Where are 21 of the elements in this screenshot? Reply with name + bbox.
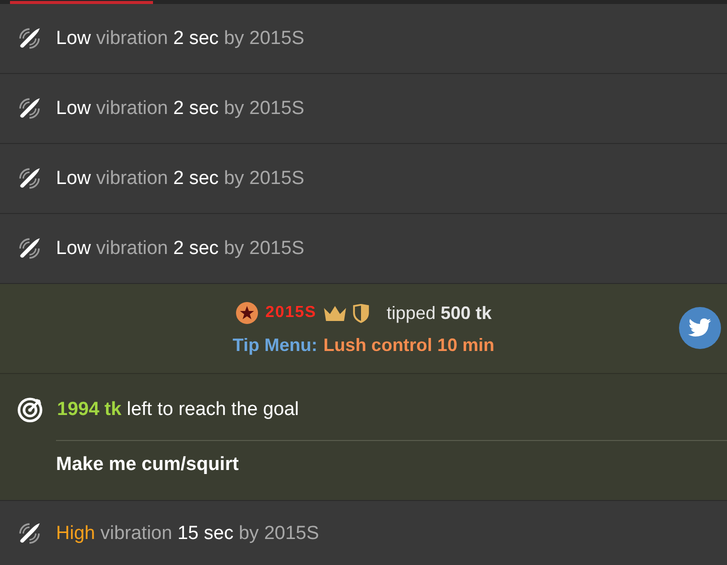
star-badge-icon bbox=[235, 301, 260, 325]
vibration-message: Low vibration 2 sec by 2015S bbox=[56, 238, 304, 260]
goal-progress-text: 1994 tk left to reach the goal bbox=[57, 399, 299, 421]
shield-icon bbox=[352, 304, 369, 322]
target-icon bbox=[17, 397, 43, 423]
username-link[interactable]: 2015S bbox=[265, 304, 317, 322]
vibrator-icon bbox=[17, 236, 42, 261]
vibration-message: Low vibration 2 sec by 2015S bbox=[56, 28, 304, 50]
vibration-message: High vibration 15 sec by 2015S bbox=[56, 522, 320, 544]
vibrator-icon bbox=[17, 26, 42, 51]
vibrator-icon bbox=[17, 96, 42, 121]
tip-menu-label: Tip Menu: bbox=[232, 335, 318, 356]
vibrator-icon bbox=[17, 521, 42, 546]
twitter-button[interactable] bbox=[679, 307, 721, 349]
goal-title: Make me cum/squirt bbox=[56, 454, 239, 476]
tip-message: tipped 500 tk bbox=[386, 302, 492, 324]
crown-icon bbox=[322, 304, 347, 322]
vibration-message: Low vibration 2 sec by 2015S bbox=[56, 98, 304, 120]
bird-icon bbox=[688, 318, 712, 338]
vibration-message: Low vibration 2 sec by 2015S bbox=[56, 168, 304, 190]
vibrator-icon bbox=[17, 166, 42, 191]
